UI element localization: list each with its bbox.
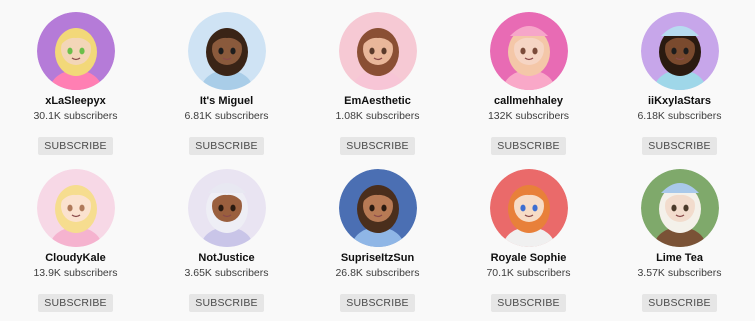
subscribe-button[interactable]: SUBSCRIBE [491, 294, 566, 312]
channel-card: NotJustice 3.65K subscribers SUBSCRIBE [151, 162, 302, 321]
subscriber-count: 6.81K subscribers [184, 110, 269, 122]
girl-avatar-icon [489, 12, 568, 90]
channel-avatar[interactable] [640, 169, 719, 247]
girl-avatar-icon [36, 169, 115, 247]
subscribe-button[interactable]: SUBSCRIBE [642, 137, 717, 155]
girl-avatar-icon [640, 12, 719, 90]
channel-name[interactable]: EmAesthetic [344, 95, 411, 108]
channel-avatar[interactable] [338, 169, 417, 247]
channel-avatar[interactable] [640, 12, 719, 90]
channel-grid: xLaSleepyx 30.1K subscribers SUBSCRIBE I… [0, 0, 755, 321]
subscribe-button[interactable]: SUBSCRIBE [189, 294, 264, 312]
subscriber-count: 132K subscribers [487, 110, 570, 122]
channel-name[interactable]: xLaSleepyx [45, 95, 106, 108]
channel-name[interactable]: iiKxylaStars [648, 95, 711, 108]
channel-name[interactable]: SupriseItzSun [341, 252, 414, 265]
channel-card: Royale Sophie 70.1K subscribers SUBSCRIB… [453, 162, 604, 321]
channel-card: xLaSleepyx 30.1K subscribers SUBSCRIBE [0, 0, 151, 162]
subscriber-count: 30.1K subscribers [33, 110, 118, 122]
subscriber-count: 3.57K subscribers [637, 267, 722, 279]
boy-avatar-icon [187, 12, 266, 90]
subscriber-count: 6.18K subscribers [637, 110, 722, 122]
girl-avatar-icon [338, 169, 417, 247]
channel-card: EmAesthetic 1.08K subscribers SUBSCRIBE [302, 0, 453, 162]
girl-avatar-icon [338, 12, 417, 90]
subscriber-count: 1.08K subscribers [335, 110, 420, 122]
subscriber-count: 26.8K subscribers [335, 267, 420, 279]
channel-name[interactable]: Lime Tea [656, 252, 703, 265]
channel-card: iiKxylaStars 6.18K subscribers SUBSCRIBE [604, 0, 755, 162]
subscribe-button[interactable]: SUBSCRIBE [340, 137, 415, 155]
channel-name[interactable]: callmehhaley [494, 95, 563, 108]
subscriber-count: 3.65K subscribers [184, 267, 269, 279]
channel-card: callmehhaley 132K subscribers SUBSCRIBE [453, 0, 604, 162]
channel-avatar[interactable] [36, 12, 115, 90]
channel-card: It's Miguel 6.81K subscribers SUBSCRIBE [151, 0, 302, 162]
girl-avatar-icon [36, 12, 115, 90]
subscribe-button[interactable]: SUBSCRIBE [189, 137, 264, 155]
subscribe-button[interactable]: SUBSCRIBE [38, 294, 113, 312]
subscriber-count: 70.1K subscribers [486, 267, 571, 279]
channel-avatar[interactable] [489, 12, 568, 90]
girl-avatar-icon [640, 169, 719, 247]
girl-avatar-icon [489, 169, 568, 247]
subscribe-button[interactable]: SUBSCRIBE [340, 294, 415, 312]
channel-avatar[interactable] [187, 169, 266, 247]
channel-card: SupriseItzSun 26.8K subscribers SUBSCRIB… [302, 162, 453, 321]
channel-name[interactable]: NotJustice [198, 252, 254, 265]
girl-avatar-icon [187, 169, 266, 247]
channel-card: CloudyKale 13.9K subscribers SUBSCRIBE [0, 162, 151, 321]
channel-name[interactable]: It's Miguel [200, 95, 253, 108]
subscribe-button[interactable]: SUBSCRIBE [38, 137, 113, 155]
channel-avatar[interactable] [36, 169, 115, 247]
channel-avatar[interactable] [489, 169, 568, 247]
subscribe-button[interactable]: SUBSCRIBE [642, 294, 717, 312]
channel-avatar[interactable] [338, 12, 417, 90]
channel-card: Lime Tea 3.57K subscribers SUBSCRIBE [604, 162, 755, 321]
channel-name[interactable]: Royale Sophie [491, 252, 567, 265]
subscribe-button[interactable]: SUBSCRIBE [491, 137, 566, 155]
channel-avatar[interactable] [187, 12, 266, 90]
subscriber-count: 13.9K subscribers [33, 267, 118, 279]
channel-name[interactable]: CloudyKale [45, 252, 106, 265]
